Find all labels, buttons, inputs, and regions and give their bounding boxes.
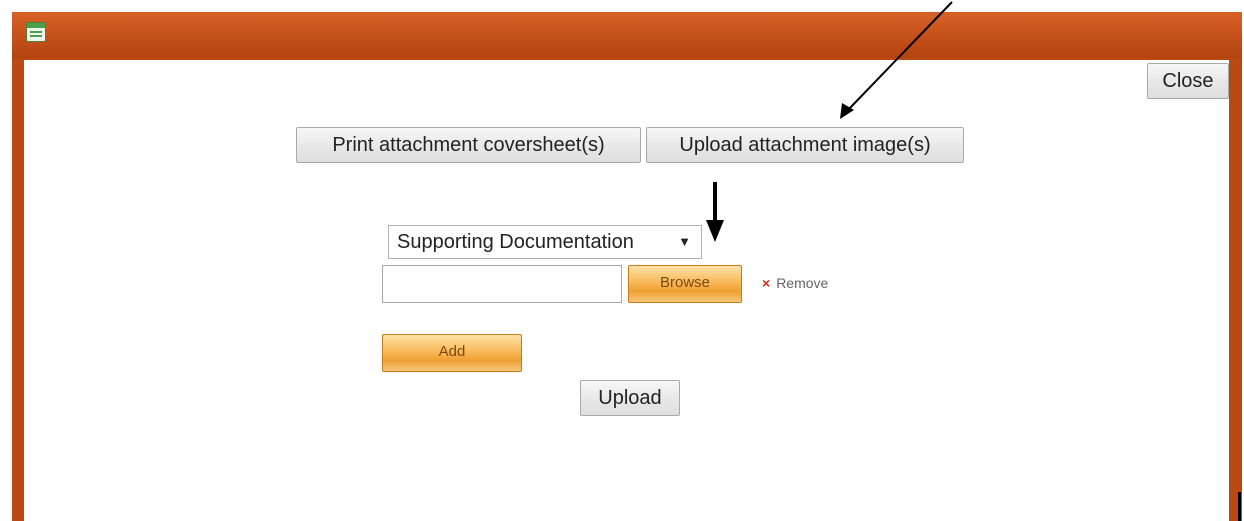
document-type-selected-value: Supporting Documentation xyxy=(397,231,634,253)
attachment-dialog xyxy=(12,12,1242,521)
print-coversheet-button[interactable]: Print attachment coversheet(s) xyxy=(296,127,641,163)
remove-link[interactable]: × Remove xyxy=(762,275,828,291)
close-button[interactable]: Close xyxy=(1147,63,1229,99)
file-path-input[interactable] xyxy=(382,265,622,303)
remove-label: Remove xyxy=(776,275,829,291)
dialog-titlebar[interactable] xyxy=(12,12,1242,58)
add-button[interactable]: Add xyxy=(382,334,522,372)
remove-x-icon: × xyxy=(762,275,771,291)
upload-attachment-images-button[interactable]: Upload attachment image(s) xyxy=(646,127,964,163)
upload-button[interactable]: Upload xyxy=(580,380,680,416)
edge-mark xyxy=(1238,492,1241,521)
document-type-select[interactable]: Supporting Documentation ▼ xyxy=(388,225,702,259)
browse-button[interactable]: Browse xyxy=(628,265,742,303)
dropdown-caret-icon: ▼ xyxy=(678,234,691,249)
window-icon xyxy=(26,22,46,42)
